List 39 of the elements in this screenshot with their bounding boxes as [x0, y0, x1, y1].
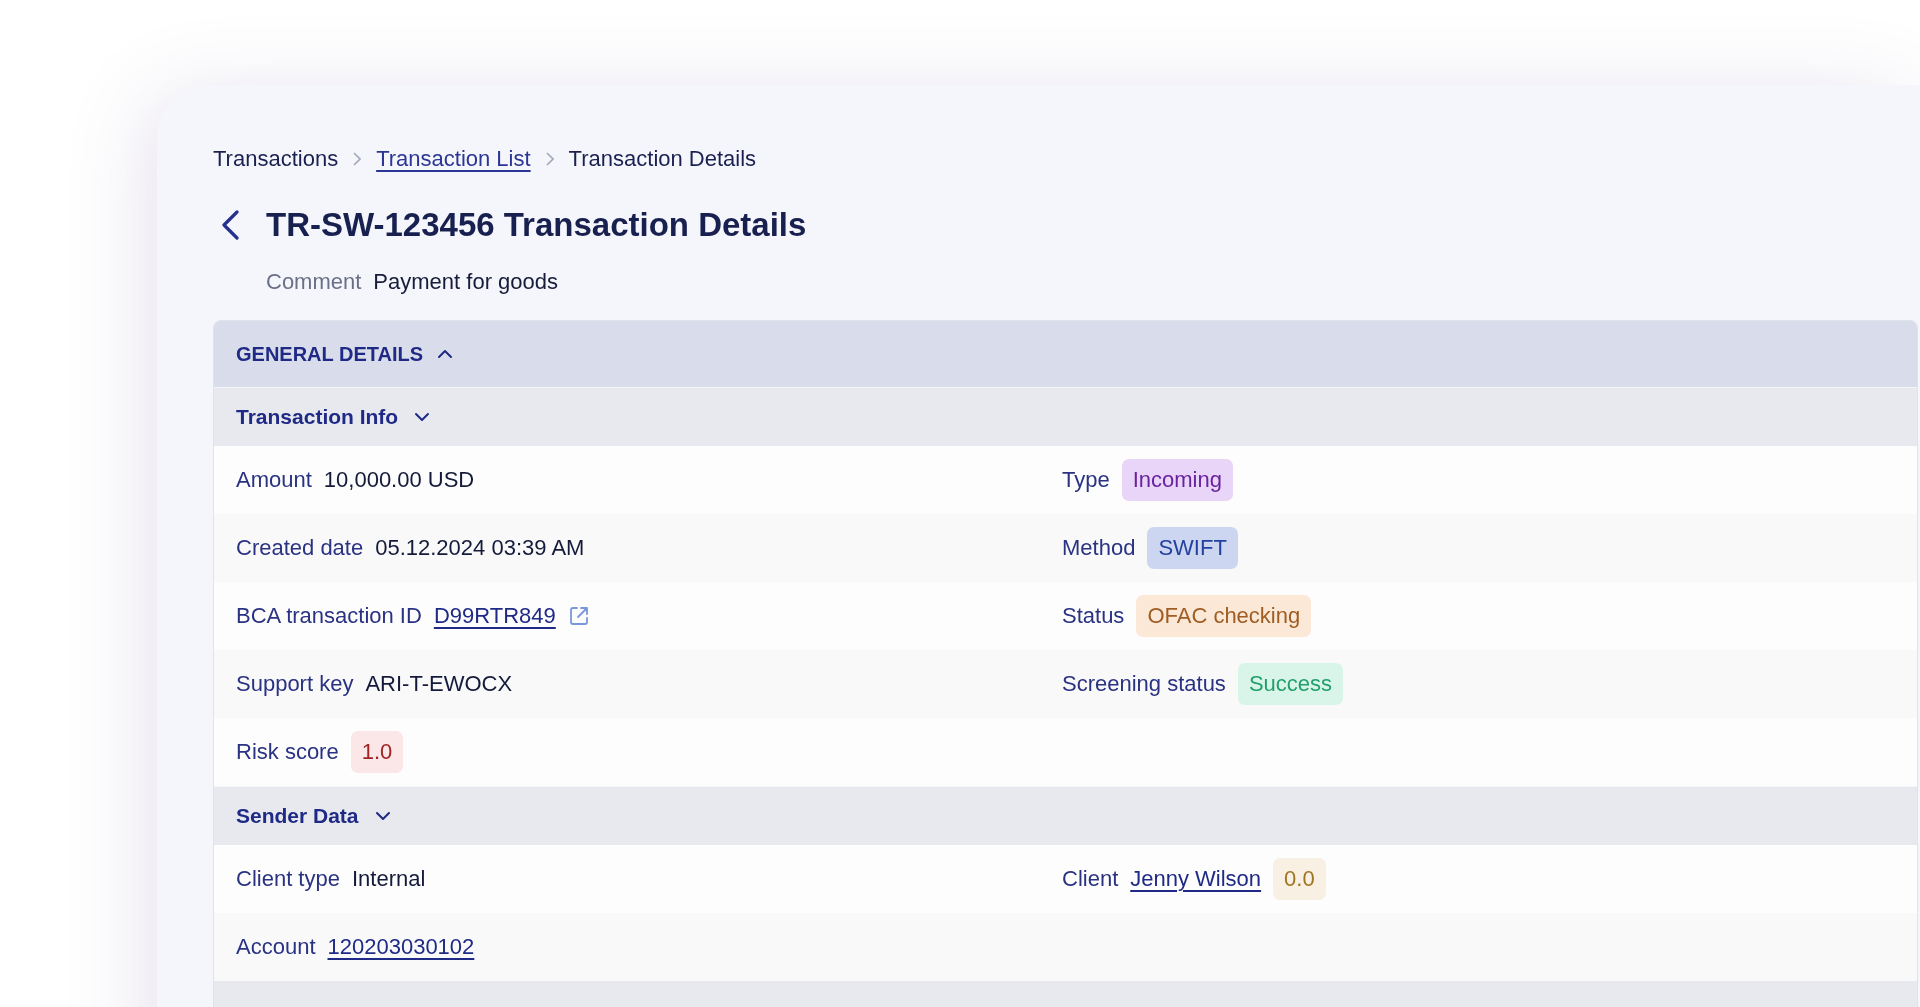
field-value: ARI-T-EWOCX: [365, 670, 513, 698]
field-label: Account: [236, 933, 316, 961]
field-label: BCA transaction ID: [236, 602, 422, 630]
field-label: Client type: [236, 865, 340, 893]
field-label: Type: [1062, 466, 1110, 494]
value-tag: Incoming: [1121, 459, 1233, 501]
value-tag: OFAC checking: [1136, 595, 1312, 637]
external-link-icon[interactable]: [567, 605, 590, 627]
field-link[interactable]: 120203030102: [327, 932, 475, 962]
field-label: Support key: [236, 670, 354, 698]
field-label: Created date: [236, 534, 364, 562]
field-label: Client: [1062, 865, 1119, 893]
field-value: Internal: [351, 865, 426, 893]
chevron-left-icon: [220, 210, 240, 240]
general-details-header[interactable]: GENERAL DETAILS: [214, 321, 1917, 387]
breadcrumb-link[interactable]: Transaction List: [376, 144, 531, 174]
field-link[interactable]: Jenny Wilson: [1130, 864, 1262, 894]
chevron-icon: [437, 348, 454, 360]
field-label: Method: [1062, 534, 1136, 562]
chevron-right-icon: [545, 152, 554, 166]
value-tag: Success: [1237, 663, 1344, 705]
field-link[interactable]: D99RTR849: [433, 601, 556, 631]
value-tag: SWIFT: [1147, 527, 1238, 569]
comment-label: Comment: [266, 268, 362, 296]
score-tag: 0.0: [1273, 858, 1326, 900]
comment-value: Payment for goods: [373, 268, 559, 296]
chevron-right-icon: [353, 152, 362, 166]
field-value: 10,000.00 USD: [323, 466, 475, 494]
breadcrumb-link[interactable]: Transactions: [213, 144, 339, 174]
value-tag: 1.0: [350, 731, 404, 773]
field-label: Amount: [236, 466, 312, 494]
field-label: Screening status: [1062, 670, 1226, 698]
field-label: Risk score: [236, 738, 339, 766]
field-value: 05.12.2024 03:39 AM: [375, 534, 585, 562]
chevron-icon: [414, 411, 431, 423]
page-title: TR-SW-123456 Transaction Details: [266, 205, 807, 245]
field-label: Status: [1062, 602, 1125, 630]
chevron-icon: [374, 810, 391, 822]
breadcrumb-current: Transaction Details: [568, 145, 757, 173]
